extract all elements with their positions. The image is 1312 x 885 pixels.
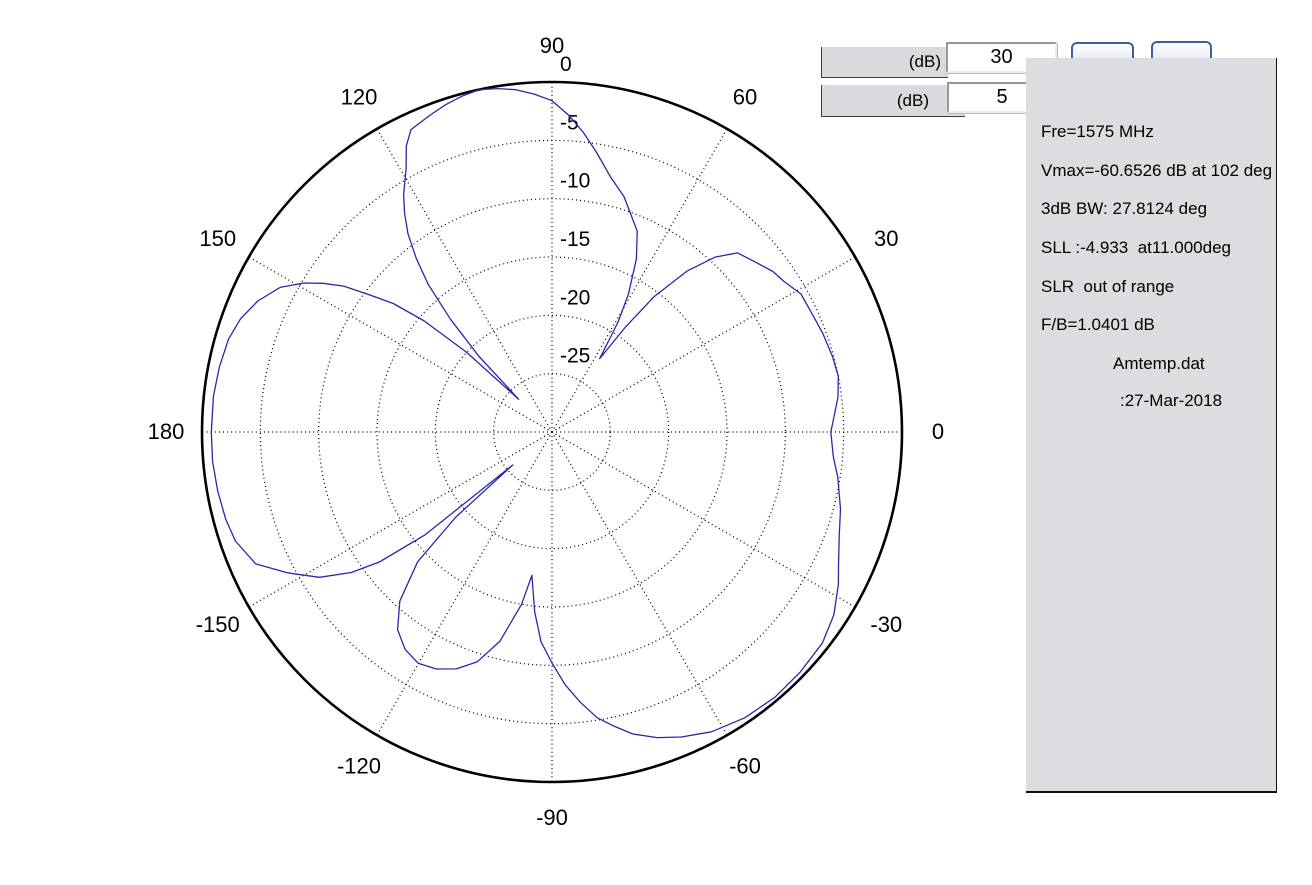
- angle-label: -60: [729, 753, 761, 778]
- grid-spoke: [376, 431, 553, 736]
- info-filename: Amtemp.dat: [1113, 354, 1205, 373]
- info-beamwidth: 3dB BW: 27.8124 deg: [1041, 199, 1208, 218]
- radial-label: -20: [560, 286, 590, 309]
- radial-label: -10: [560, 170, 590, 193]
- angle-label: -90: [536, 805, 568, 830]
- angle-labels: 90120 60150 30180 0-150 -30-120 -60-90: [148, 33, 944, 830]
- grid-spoke: [248, 256, 553, 433]
- range-label: (dB): [908, 52, 941, 71]
- angle-label: 0: [932, 419, 944, 444]
- angle-label: 150: [199, 226, 236, 251]
- radial-labels: 0-5-10-15-20-25: [560, 53, 590, 368]
- info-date: :27-Mar-2018: [1120, 391, 1223, 410]
- angle-label: 180: [148, 419, 185, 444]
- info-slr: SLR out of range: [1041, 277, 1175, 296]
- radial-label: -15: [560, 228, 590, 251]
- grid-spoke: [551, 256, 856, 433]
- info-vmax: Vmax=-60.6526 dB at 102 deg: [1041, 161, 1273, 180]
- step-label-strip: (dB): [821, 85, 965, 117]
- info-fb-ratio: F/B=1.0401 dB: [1041, 315, 1155, 334]
- angle-label: -120: [337, 753, 381, 778]
- info-frequency: Fre=1575 MHz: [1041, 122, 1154, 141]
- grid-spoke: [376, 128, 553, 433]
- grid-spoke: [248, 431, 553, 608]
- info-panel: Fre=1575 MHz Vmax=-60.6526 dB at 102 deg…: [1026, 58, 1277, 793]
- range-label-strip: (dB): [821, 47, 948, 78]
- angle-label: 120: [341, 85, 378, 110]
- step-label: (dB): [896, 90, 929, 110]
- angle-label: 30: [874, 226, 898, 251]
- angle-label: -150: [196, 612, 240, 637]
- radial-label: -25: [560, 345, 590, 368]
- polar-grid: [202, 82, 902, 782]
- radial-label: 0: [560, 53, 572, 76]
- info-sll: SLL :-4.933 at11.000deg: [1041, 238, 1231, 257]
- grid-spoke: [551, 431, 856, 608]
- pattern-curve: [210, 87, 842, 739]
- angle-label: 60: [733, 85, 757, 110]
- grid-spoke: [551, 431, 728, 736]
- angle-label: -30: [870, 612, 902, 637]
